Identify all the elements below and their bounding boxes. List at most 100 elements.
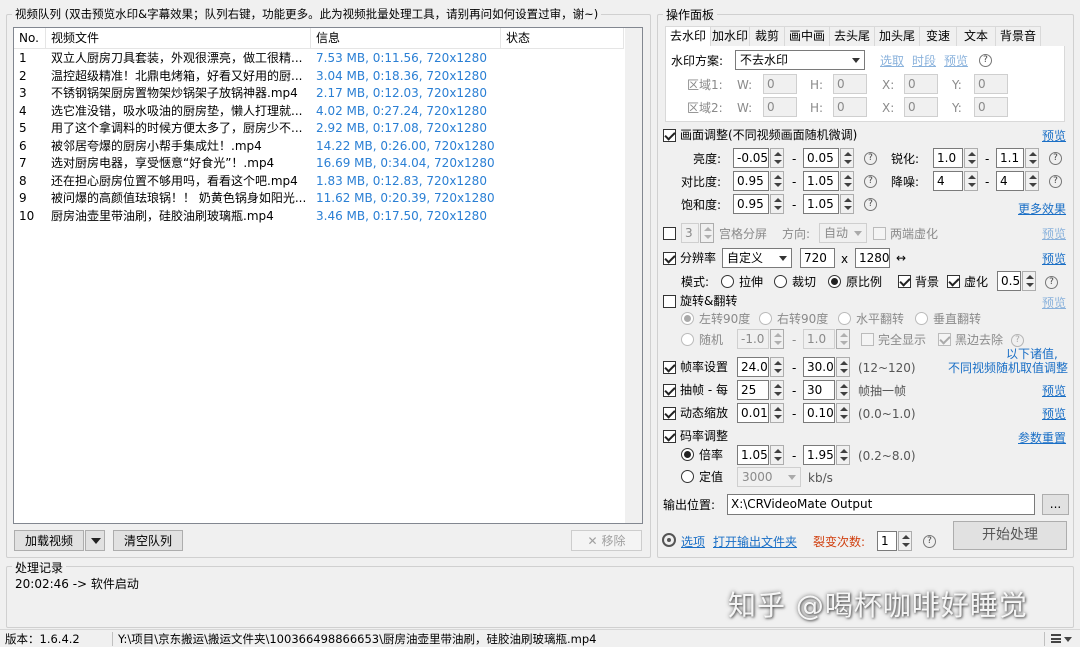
area1-w-input[interactable]: 0 <box>763 74 797 94</box>
table-row[interactable]: 4 选它准没错，吸水吸油的厨房垫，懒人打理就... 4.02 MB, 0:27.24… <box>14 103 624 121</box>
mode-ratio-radio[interactable] <box>828 275 841 288</box>
tab-3[interactable]: 画中画 <box>784 26 830 47</box>
brightness-min-spinner[interactable] <box>770 148 784 168</box>
denoise-max-spinner[interactable] <box>1025 171 1039 191</box>
frame-drop-min-spinner[interactable] <box>770 380 784 400</box>
zoom-min-spinner[interactable] <box>770 403 784 423</box>
bitrate-checkbox[interactable] <box>663 430 676 443</box>
area1-y-input[interactable]: 0 <box>974 74 1008 94</box>
contrast-min-spinner[interactable] <box>770 171 784 191</box>
bitrate-fixed-radio[interactable] <box>681 470 694 483</box>
grid-count-input[interactable]: 3 <box>681 223 699 243</box>
denoise-help-icon[interactable]: ? <box>1049 175 1062 188</box>
background-checkbox[interactable] <box>898 275 911 288</box>
resolution-height-input[interactable]: 1280 <box>855 248 890 268</box>
table-row[interactable]: 8 还在担心厨房位置不够用吗，看看这个吧.mp4 1.83 MB, 0:12.83,… <box>14 173 624 191</box>
start-processing-button[interactable]: 开始处理 <box>953 521 1067 550</box>
tab-5[interactable]: 加头尾 <box>874 26 920 47</box>
brightness-help-icon[interactable]: ? <box>864 152 877 165</box>
zoom-min-input[interactable]: 0.01 <box>737 403 769 423</box>
resolution-width-input[interactable]: 720 <box>800 248 835 268</box>
sharpen-min-spinner[interactable] <box>964 148 978 168</box>
blur-value-spinner[interactable] <box>1022 271 1036 291</box>
resolution-checkbox[interactable] <box>663 252 676 265</box>
brightness-min-input[interactable]: -0.05 <box>733 148 769 168</box>
sharpen-max-input[interactable]: 1.1 <box>996 148 1024 168</box>
grid-split-checkbox[interactable] <box>663 227 676 240</box>
contrast-min-input[interactable]: 0.95 <box>733 171 769 191</box>
bitrate-multiplier-radio[interactable] <box>681 448 694 461</box>
saturation-min-spinner[interactable] <box>770 194 784 214</box>
dynamic-zoom-checkbox[interactable] <box>663 407 676 420</box>
random-rotate-radio[interactable] <box>681 333 694 346</box>
mode-crop-radio[interactable] <box>774 275 787 288</box>
bitrate-mult-max-spinner[interactable] <box>836 445 850 465</box>
table-row[interactable]: 6 被邻居夸爆的厨房小帮手集成灶！.mp4 14.22 MB, 0:26.00, 7… <box>14 138 624 156</box>
denoise-min-input[interactable]: 4 <box>933 171 963 191</box>
hflip-radio[interactable] <box>838 312 851 325</box>
vflip-radio[interactable] <box>915 312 928 325</box>
tab-4[interactable]: 去头尾 <box>829 26 875 47</box>
browse-output-button[interactable]: ... <box>1042 494 1069 515</box>
saturation-max-spinner[interactable] <box>840 194 854 214</box>
table-row[interactable]: 9 被问爆的高颜值珐琅锅！！ 奶黄色锅身如阳光... 11.62 MB, 0:20.… <box>14 190 624 208</box>
tab-2[interactable]: 裁剪 <box>749 26 785 47</box>
column-header-no[interactable]: No. <box>14 28 46 49</box>
saturation-help-icon[interactable]: ? <box>864 198 877 211</box>
tab-8[interactable]: 背景音 <box>995 26 1041 47</box>
grid-preview-link[interactable]: 预览 <box>1042 226 1066 242</box>
swap-dimensions-icon[interactable]: ↔ <box>896 250 906 266</box>
area2-h-input[interactable]: 0 <box>833 97 867 117</box>
area2-w-input[interactable]: 0 <box>763 97 797 117</box>
sharpen-min-input[interactable]: 1.0 <box>933 148 963 168</box>
watermark-preview-link[interactable]: 预览 <box>944 53 968 69</box>
frame-drop-max-input[interactable]: 30 <box>803 380 835 400</box>
both-ends-blur-checkbox[interactable] <box>873 227 886 240</box>
watermark-scheme-select[interactable]: 不去水印 <box>735 50 865 70</box>
rotate-left90-radio[interactable] <box>681 312 694 325</box>
area1-h-input[interactable]: 0 <box>833 74 867 94</box>
black-border-checkbox[interactable] <box>938 333 951 346</box>
random-rotate-min-spinner[interactable] <box>770 329 784 349</box>
frame-drop-checkbox[interactable] <box>663 384 676 397</box>
brightness-max-spinner[interactable] <box>840 148 854 168</box>
bitrate-mult-max-input[interactable]: 1.95 <box>803 445 835 465</box>
grid-direction-select[interactable]: 自动 <box>819 223 867 243</box>
rotate-preview-link[interactable]: 预览 <box>1042 295 1066 311</box>
resolution-mode-select[interactable]: 自定义 <box>722 248 792 268</box>
table-scrollbar[interactable] <box>625 28 642 523</box>
column-header-file[interactable]: 视频文件 <box>46 28 311 49</box>
blur-help-icon[interactable]: ? <box>1045 276 1058 289</box>
sharpen-help-icon[interactable]: ? <box>1049 152 1062 165</box>
time-range-link[interactable]: 时段 <box>912 53 936 69</box>
contrast-max-spinner[interactable] <box>840 171 854 191</box>
frame-drop-min-input[interactable]: 25 <box>737 380 769 400</box>
bitrate-mult-min-spinner[interactable] <box>770 445 784 465</box>
frame-drop-preview-link[interactable]: 预览 <box>1042 383 1066 399</box>
random-rotate-max-spinner[interactable] <box>836 329 850 349</box>
blur-value-input[interactable]: 0.5 <box>997 271 1021 291</box>
fps-min-spinner[interactable] <box>770 357 784 377</box>
select-area-link[interactable]: 选取 <box>880 53 904 69</box>
full-display-checkbox[interactable] <box>861 333 874 346</box>
table-row[interactable]: 5 用了这个拿调料的时候方便太多了，厨房少不... 2.92 MB, 0:17.08… <box>14 120 624 138</box>
picture-adjust-checkbox[interactable] <box>663 129 676 142</box>
video-queue-table[interactable]: No. 视频文件 信息 状态 1 双立人厨房刀具套装，外观很漂亮，做工很精... 7… <box>13 27 643 524</box>
contrast-max-input[interactable]: 1.05 <box>803 171 839 191</box>
remove-button[interactable]: ✕ 移除 <box>571 530 642 551</box>
frame-drop-max-spinner[interactable] <box>836 380 850 400</box>
fps-checkbox[interactable] <box>663 361 676 374</box>
zoom-max-input[interactable]: 0.10 <box>803 403 835 423</box>
rotate-right90-radio[interactable] <box>759 312 772 325</box>
random-rotate-min-input[interactable]: -1.0 <box>737 329 769 349</box>
table-row[interactable]: 7 选对厨房电器，享受惬意“好食光”！.mp4 16.69 MB, 0:34.04,… <box>14 155 624 173</box>
saturation-max-input[interactable]: 1.05 <box>803 194 839 214</box>
denoise-min-spinner[interactable] <box>964 171 978 191</box>
bitrate-mult-min-input[interactable]: 1.05 <box>737 445 769 465</box>
contrast-help-icon[interactable]: ? <box>864 175 877 188</box>
load-video-dropdown-button[interactable] <box>85 530 105 551</box>
area2-x-input[interactable]: 0 <box>904 97 938 117</box>
column-header-info[interactable]: 信息 <box>311 28 501 49</box>
fps-min-input[interactable]: 24.0 <box>737 357 769 377</box>
zoom-max-spinner[interactable] <box>836 403 850 423</box>
